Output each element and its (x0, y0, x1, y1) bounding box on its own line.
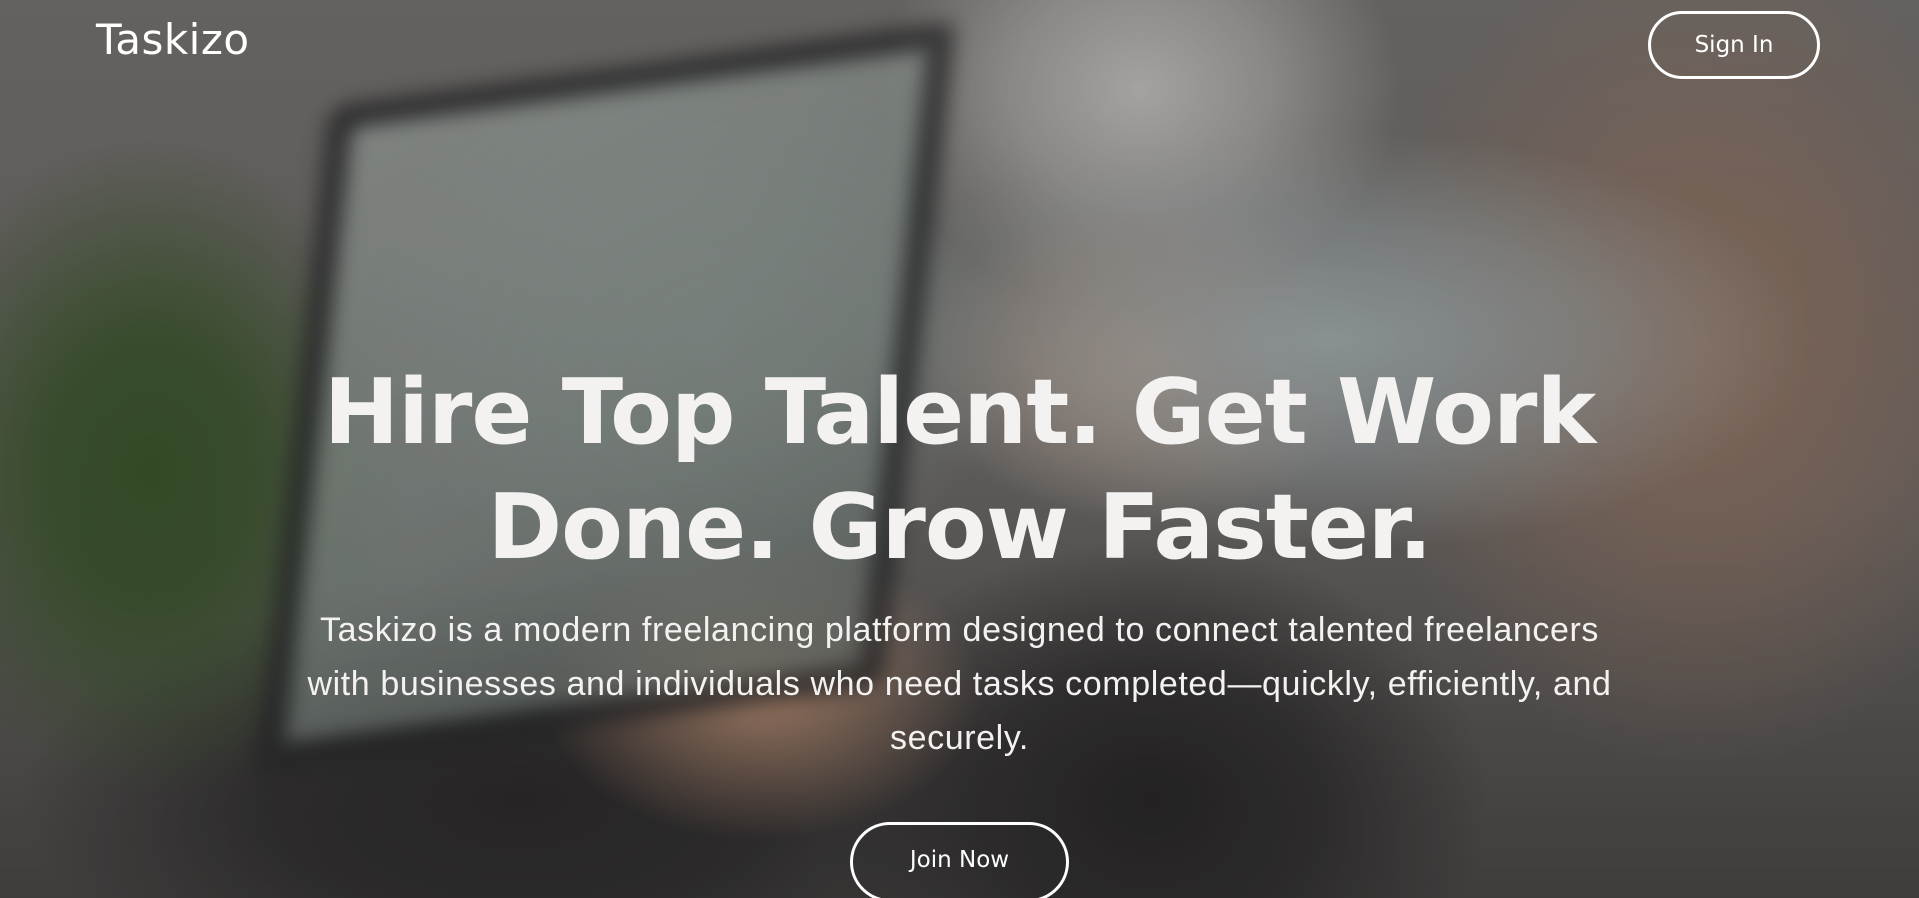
hero-headline-line-2: Done. Grow Faster. (487, 475, 1432, 580)
logo[interactable]: Taskizo (96, 12, 250, 68)
hero-description-line-2: with businesses and individuals who need… (307, 665, 1612, 703)
hero-description-line-1: Taskizo is a modern freelancing platform… (320, 611, 1599, 649)
hero-content: Hire Top Talent. Get Work Done. Grow Fas… (0, 355, 1919, 765)
sign-in-button[interactable]: Sign In (1648, 11, 1820, 79)
hero-headline: Hire Top Talent. Get Work Done. Grow Fas… (260, 355, 1660, 585)
join-now-button[interactable]: Join Now (850, 822, 1069, 898)
hero-description-line-3: securely. (890, 719, 1029, 757)
hero-headline-line-1: Hire Top Talent. Get Work (323, 360, 1596, 465)
navbar: Taskizo Sign In (0, 0, 1919, 90)
hero-section: Taskizo Sign In Hire Top Talent. Get Wor… (0, 0, 1919, 898)
hero-description: Taskizo is a modern freelancing platform… (180, 603, 1740, 765)
